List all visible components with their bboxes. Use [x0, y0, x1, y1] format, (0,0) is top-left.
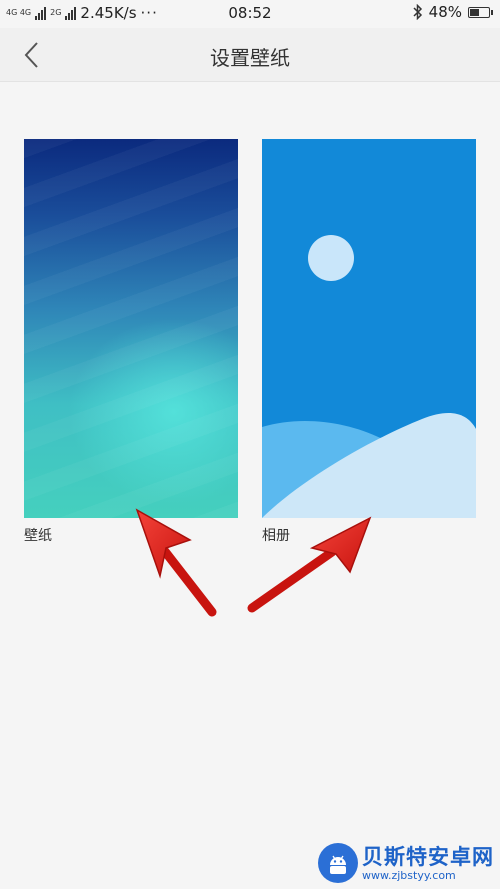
bluetooth-icon: [413, 4, 422, 20]
album-tile[interactable]: [262, 139, 476, 518]
app-header: 设置壁纸: [0, 28, 500, 82]
battery-icon: [468, 6, 493, 18]
watermark-url: www.zjbstyy.com: [362, 868, 456, 882]
android-logo-icon: [318, 843, 358, 883]
battery-percent: 48%: [428, 3, 462, 21]
watermark-main: 贝斯特安卓网: [362, 844, 494, 869]
album-label: 相册: [262, 528, 290, 544]
watermark: 贝斯特安卓网 www.zjbstyy.com: [318, 843, 494, 883]
watermark-text: 贝斯特安卓网 www.zjbstyy.com: [362, 845, 494, 882]
arrow-to-wallpaper: [135, 508, 217, 617]
wallpaper-tile[interactable]: [24, 139, 238, 518]
status-bar: 4G 4G 2G 2.45K/s ··· 08:52 48%: [0, 0, 500, 28]
page-title: 设置壁纸: [210, 46, 290, 70]
status-right: 48%: [413, 3, 493, 21]
album-icon: [262, 235, 476, 518]
wallpaper-label: 壁纸: [24, 528, 52, 544]
